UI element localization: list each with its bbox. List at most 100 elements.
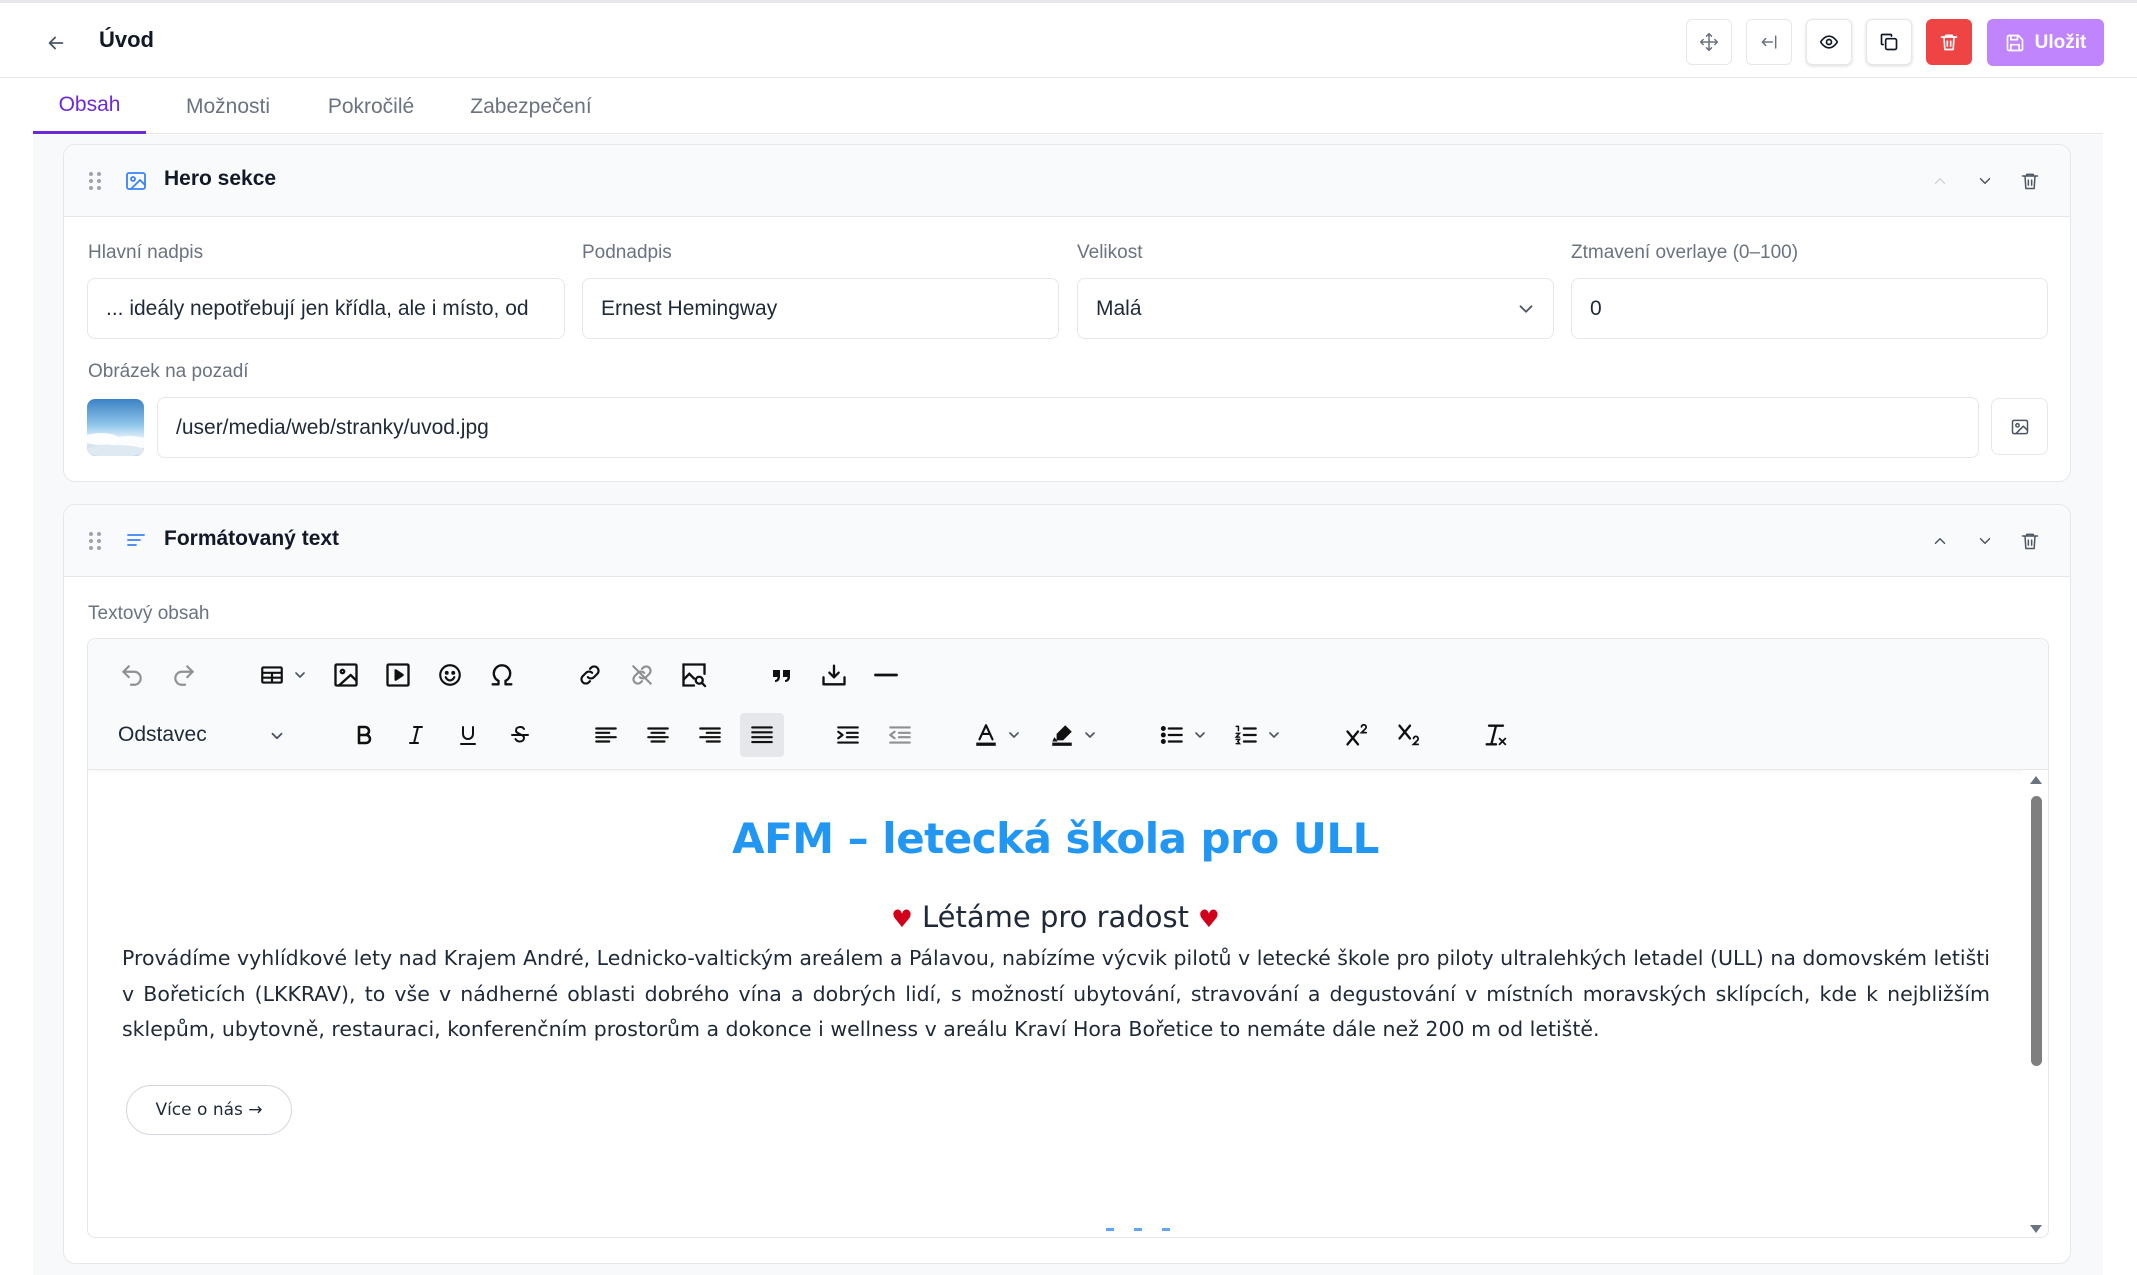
save-label: Uložit (2034, 31, 2087, 53)
insert-block-button[interactable] (812, 653, 856, 697)
remove-block-button[interactable] (2016, 527, 2044, 555)
eye-icon (1819, 35, 1839, 49)
editor-document[interactable]: AFM – letecká škola pro ULL ♥ Létáme pro… (88, 770, 2023, 1237)
doc-paragraph: Provádíme vyhlídkové lety nad Krajem And… (122, 946, 1990, 1041)
tab-options[interactable]: Možnosti (165, 79, 291, 134)
move-up-button[interactable] (1926, 167, 1954, 195)
numbered-list-button[interactable] (1224, 713, 1268, 757)
redo-button[interactable] (162, 653, 206, 697)
hero-panel-title: Hero sekce (164, 167, 277, 190)
find-replace-button[interactable] (672, 653, 716, 697)
clear-format-icon (1485, 724, 1507, 746)
copy-icon (1880, 33, 1898, 51)
table-dropdown[interactable] (292, 653, 308, 697)
bullet-list-button[interactable] (1150, 713, 1194, 757)
text-color-button[interactable] (964, 713, 1008, 757)
bold-button[interactable] (342, 713, 386, 757)
overlay-label: Ztmavení overlaye (0–100) (1571, 242, 1799, 263)
align-center-icon (647, 727, 669, 743)
align-left-icon (595, 727, 617, 743)
align-right-button[interactable] (688, 713, 732, 757)
block-format-value: Odstavec (118, 723, 207, 746)
save-button[interactable]: Uložit (1987, 19, 2104, 66)
drag-handle-icon[interactable] (88, 171, 102, 191)
block-format-select[interactable]: Odstavec (106, 713, 296, 757)
outdent-button[interactable] (878, 713, 922, 757)
move-down-button[interactable] (1971, 527, 1999, 555)
scroll-down-arrow-icon[interactable] (2029, 1223, 2043, 1235)
underline-icon (460, 726, 476, 745)
quote-icon (773, 670, 790, 682)
align-center-button[interactable] (636, 713, 680, 757)
doc-subheading: ♥ Létáme pro radost ♥ (88, 900, 2023, 934)
link-icon (580, 665, 600, 685)
numbered-list-dropdown[interactable] (1266, 713, 1282, 757)
insert-link-button[interactable] (568, 653, 612, 697)
special-char-button[interactable] (480, 653, 524, 697)
insert-image-button[interactable] (324, 653, 368, 697)
more-about-us-button[interactable]: Více o nás → (126, 1085, 292, 1135)
strikethrough-button[interactable] (498, 713, 542, 757)
highlight-color-button[interactable] (1040, 713, 1084, 757)
chevron-down-icon (1195, 732, 1205, 738)
highlight-color-dropdown[interactable] (1082, 713, 1098, 757)
chevron-down-icon (271, 732, 283, 740)
duplicate-button[interactable] (1866, 19, 1912, 65)
horizontal-line-icon (874, 673, 898, 677)
size-select[interactable]: Malá (1077, 278, 1554, 339)
undo-button[interactable] (110, 653, 154, 697)
pick-image-button[interactable] (1991, 398, 2048, 455)
trash-icon (2021, 533, 2039, 550)
unlink-button[interactable] (620, 653, 664, 697)
tab-advanced[interactable]: Pokročilé (307, 79, 435, 134)
main-heading-input[interactable] (87, 278, 565, 339)
subscript-button[interactable] (1388, 713, 1432, 757)
heart-icon: ♥ (891, 905, 913, 933)
drag-handle-icon[interactable] (88, 531, 102, 551)
overlay-input[interactable] (1571, 278, 2048, 339)
align-justify-button[interactable] (740, 713, 784, 757)
clear-formatting-button[interactable] (1474, 713, 1518, 757)
back-button[interactable] (40, 27, 72, 59)
indent-button[interactable] (826, 713, 870, 757)
arrow-left-icon (48, 36, 64, 50)
scroll-up-arrow-icon[interactable] (2029, 774, 2043, 786)
page-title: Úvod (99, 27, 154, 52)
size-select-value: Malá (1096, 296, 1142, 320)
text-color-icon (976, 724, 996, 746)
background-path-input[interactable] (157, 397, 1979, 458)
delete-button[interactable] (1926, 19, 1972, 65)
insert-media-button[interactable] (376, 653, 420, 697)
preview-button[interactable] (1806, 19, 1852, 65)
image-icon (334, 663, 358, 687)
editor-scrollbar[interactable] (2022, 770, 2048, 1237)
bullet-list-dropdown[interactable] (1192, 713, 1208, 757)
align-left-button[interactable] (584, 713, 628, 757)
rich-text-editor: Odstavec AFM – letecká škola pro ULL ♥ L… (87, 638, 2049, 1238)
subtitle-input[interactable] (582, 278, 1059, 339)
collapse-sidebar-button[interactable] (1746, 19, 1792, 65)
text-lines-icon (127, 534, 145, 546)
chevron-up-icon (1934, 178, 1946, 184)
move-button[interactable] (1686, 19, 1732, 65)
tab-content[interactable]: Obsah (33, 79, 146, 134)
underline-button[interactable] (446, 713, 490, 757)
superscript-button[interactable] (1336, 713, 1380, 757)
chevron-down-icon (1085, 732, 1095, 738)
move-down-button[interactable] (1971, 167, 1999, 195)
text-color-dropdown[interactable] (1006, 713, 1022, 757)
subscript-icon (1398, 724, 1420, 746)
emoji-button[interactable] (428, 653, 472, 697)
italic-button[interactable] (394, 713, 438, 757)
table-icon (261, 666, 283, 684)
doc-heading: AFM – letecká škola pro ULL (732, 814, 1379, 863)
tab-security[interactable]: Zabezpečení (451, 79, 611, 134)
blockquote-button[interactable] (760, 653, 804, 697)
table-button[interactable] (250, 653, 294, 697)
scroll-thumb[interactable] (2031, 796, 2042, 1066)
chevron-down-icon (1979, 538, 1991, 544)
text-content-label: Textový obsah (88, 603, 210, 624)
remove-block-button[interactable] (2016, 167, 2044, 195)
move-up-button[interactable] (1926, 527, 1954, 555)
horizontal-rule-button[interactable] (864, 653, 908, 697)
